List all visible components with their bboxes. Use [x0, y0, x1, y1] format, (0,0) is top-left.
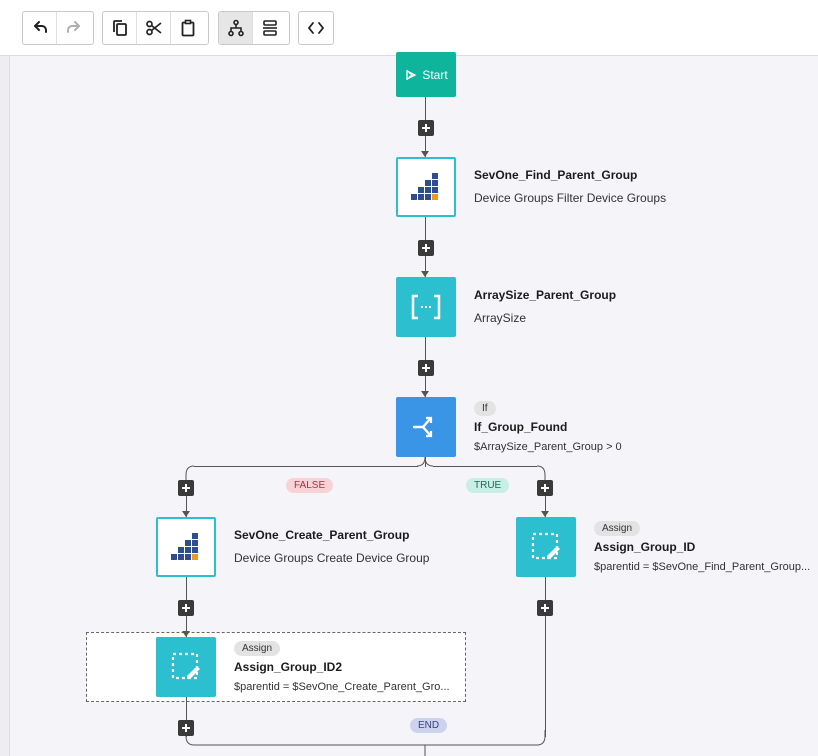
- plus-icon: [422, 244, 430, 252]
- plus-icon: [422, 364, 430, 372]
- plus-icon: [541, 484, 549, 492]
- add-step-button[interactable]: [537, 480, 553, 496]
- start-node[interactable]: Start: [396, 52, 456, 97]
- create-parent-group-node[interactable]: [156, 517, 216, 577]
- add-step-button[interactable]: [418, 120, 434, 136]
- node-subtitle: Device Groups Filter Device Groups: [474, 191, 667, 205]
- node-type-badge: If: [474, 401, 496, 416]
- end-label: END: [410, 718, 448, 733]
- node-title: SevOne_Create_Parent_Group: [234, 528, 410, 542]
- add-step-button[interactable]: [537, 600, 553, 616]
- node-title: Assign_Group_ID2: [234, 660, 343, 674]
- node-subtitle: $ArraySize_Parent_Group > 0: [474, 441, 622, 453]
- assign-group-id2-node[interactable]: [156, 637, 216, 697]
- node-subtitle: ArraySize: [474, 311, 527, 325]
- plus-icon: [182, 604, 190, 612]
- assign-edit-icon: [171, 652, 200, 680]
- node-subtitle: $parentid = $SevOne_Find_Parent_Group...: [594, 561, 811, 573]
- plus-icon: [422, 124, 430, 132]
- add-step-button[interactable]: [178, 600, 194, 616]
- node-title: ArraySize_Parent_Group: [474, 288, 617, 302]
- array-brackets-icon: [411, 294, 441, 320]
- add-step-button[interactable]: [178, 720, 194, 736]
- add-step-button[interactable]: [418, 240, 434, 256]
- node-type-badge: Assign: [594, 521, 641, 536]
- assign-group-id-node[interactable]: [516, 517, 576, 577]
- start-label: Start: [422, 67, 448, 82]
- node-title: SevOne_Find_Parent_Group: [474, 168, 638, 182]
- node-title: Assign_Group_ID: [594, 540, 696, 554]
- array-size-node[interactable]: [396, 277, 456, 337]
- add-step-button[interactable]: [178, 480, 194, 496]
- true-branch-label: TRUE: [466, 478, 510, 493]
- plus-icon: [541, 604, 549, 612]
- add-step-button[interactable]: [418, 360, 434, 376]
- find-parent-group-node[interactable]: [396, 157, 456, 217]
- node-title: If_Group_Found: [474, 420, 568, 434]
- node-subtitle: $parentid = $SevOne_Create_Parent_Gro...: [234, 681, 450, 693]
- if-group-found-node[interactable]: [396, 397, 456, 457]
- start-flag-icon: [406, 69, 417, 80]
- branch-split-icon: [412, 416, 433, 438]
- node-type-badge: Assign: [234, 641, 281, 656]
- merge-curves: [185, 730, 546, 756]
- flow-canvas: Start SevOne_Find_Parent_Group Device Gr…: [0, 0, 818, 756]
- node-subtitle: Device Groups Create Device Group: [234, 551, 430, 565]
- false-branch-label: FALSE: [286, 478, 334, 493]
- stacked-blocks-icon: [411, 173, 438, 200]
- plus-icon: [182, 724, 190, 732]
- stacked-blocks-icon: [171, 533, 198, 560]
- assign-edit-icon: [531, 532, 560, 560]
- plus-icon: [182, 484, 190, 492]
